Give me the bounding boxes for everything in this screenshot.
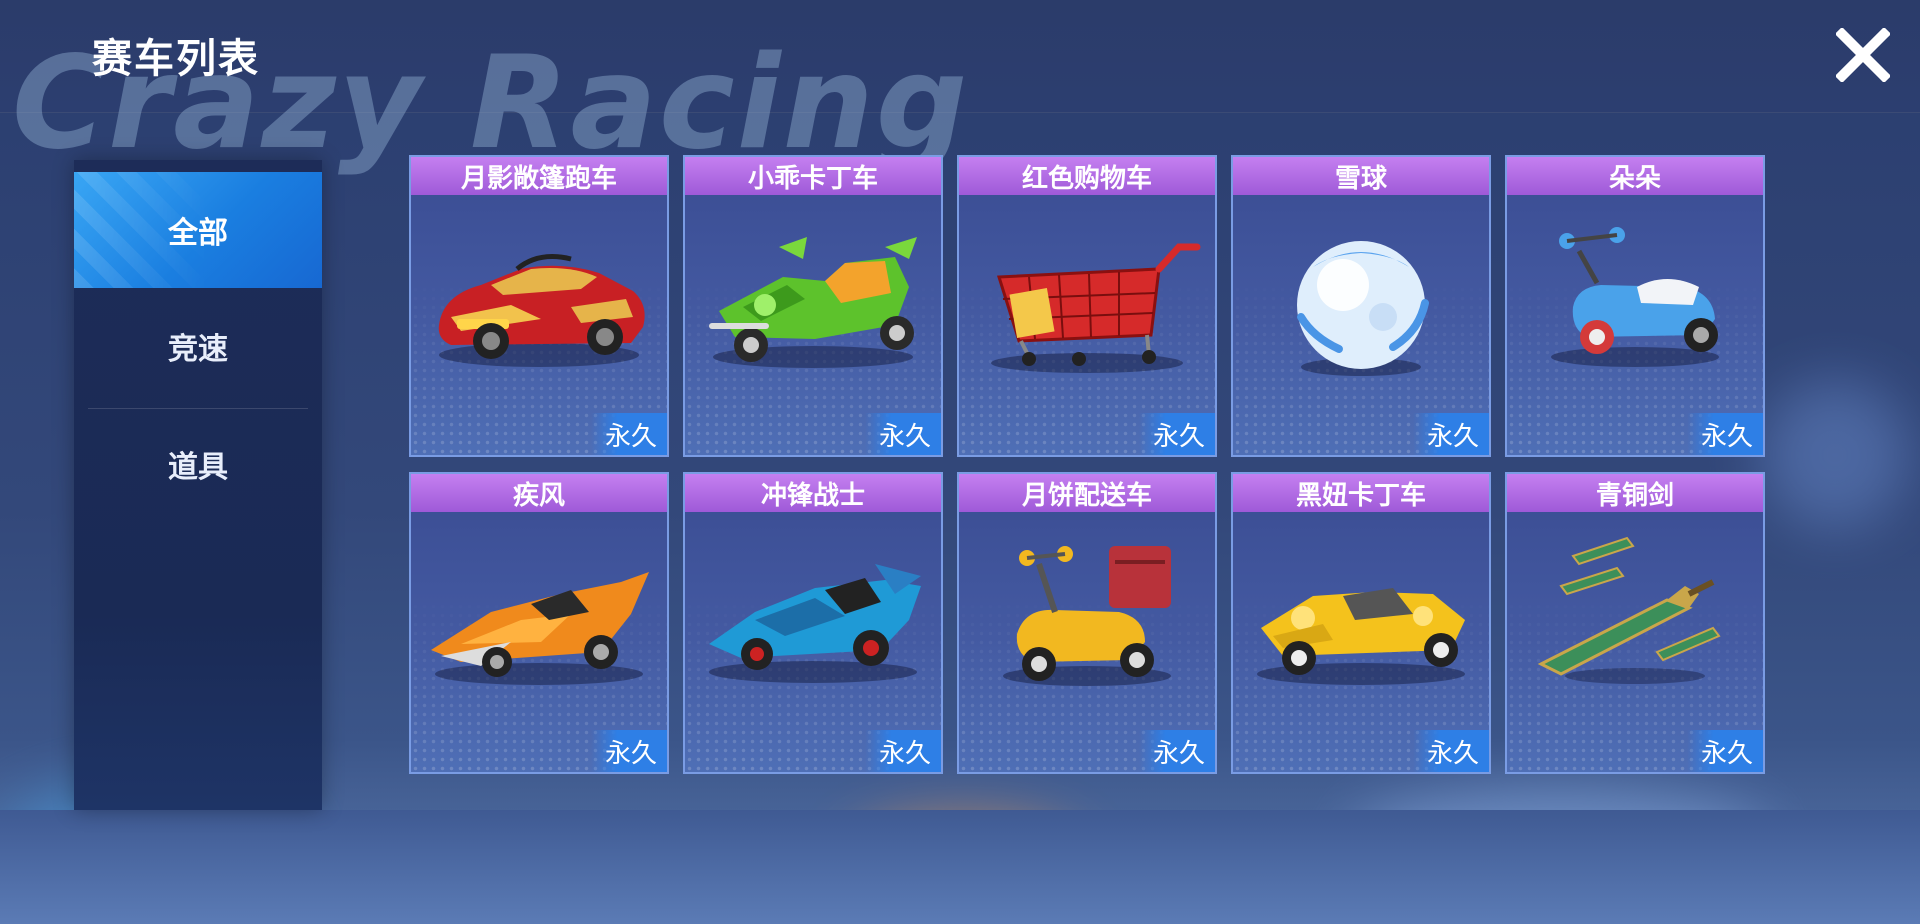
kart-name: 冲锋战士 (685, 474, 941, 512)
kart-name: 红色购物车 (959, 157, 1215, 195)
kart-card[interactable]: 月影敞篷跑车 永久 (409, 155, 669, 457)
red-gold-sports-car-icon (438, 254, 645, 367)
bronze-sword-icon (1537, 536, 1721, 684)
shopping-cart-icon (991, 243, 1201, 373)
tab-all[interactable]: 全部 (74, 172, 322, 288)
kart-card[interactable]: 冲锋战士 永久 (683, 472, 943, 774)
kart-name: 朵朵 (1507, 157, 1763, 195)
kart-name: 雪球 (1233, 157, 1489, 195)
snowball-icon (1297, 241, 1429, 376)
duration-badge: 永久 (1413, 730, 1489, 772)
kart-card[interactable]: 疾风 永久 (409, 472, 669, 774)
page-title: 赛车列表 (92, 36, 260, 82)
kart-card[interactable]: 月饼配送车 永久 (957, 472, 1217, 774)
green-kart-icon (709, 237, 917, 368)
kart-card[interactable]: 红色购物车 永久 (957, 155, 1217, 457)
kart-card[interactable]: 小乖卡丁车 永久 (683, 155, 943, 457)
yellow-delivery-scooter-icon (1003, 546, 1171, 686)
kart-name: 月影敞篷跑车 (411, 157, 667, 195)
kart-card[interactable]: 朵朵 永久 (1505, 155, 1765, 457)
orange-racer-icon (431, 572, 649, 685)
kart-name: 小乖卡丁车 (685, 157, 941, 195)
yellow-kart-icon (1257, 588, 1465, 685)
blue-scooter-icon (1551, 227, 1719, 367)
duration-badge: 永久 (1139, 413, 1215, 455)
duration-badge: 永久 (865, 730, 941, 772)
duration-badge: 永久 (1687, 413, 1763, 455)
kart-card[interactable]: 雪球 永久 (1231, 155, 1491, 457)
tab-speed[interactable]: 竞速 (74, 288, 322, 404)
tab-label: 全部 (168, 216, 228, 251)
kart-card[interactable]: 青铜剑 永久 (1505, 472, 1765, 774)
duration-badge: 永久 (1687, 730, 1763, 772)
blue-racer-icon (709, 564, 921, 683)
tab-items[interactable]: 道具 (74, 406, 322, 522)
kart-name: 青铜剑 (1507, 474, 1763, 512)
tab-label: 道具 (168, 450, 228, 485)
close-icon (1834, 26, 1892, 84)
close-button[interactable] (1834, 26, 1892, 84)
kart-card[interactable]: 黑妞卡丁车 永久 (1231, 472, 1491, 774)
duration-badge: 永久 (1413, 413, 1489, 455)
kart-name: 疾风 (411, 474, 667, 512)
duration-badge: 永久 (865, 413, 941, 455)
duration-badge: 永久 (591, 413, 667, 455)
bottom-strip (0, 810, 1920, 924)
duration-badge: 永久 (1139, 730, 1215, 772)
duration-badge: 永久 (591, 730, 667, 772)
category-sidebar: 全部 竞速 道具 (74, 160, 322, 810)
background-glow (1760, 380, 1910, 530)
tab-label: 竞速 (168, 332, 228, 367)
kart-name: 黑妞卡丁车 (1233, 474, 1489, 512)
kart-name: 月饼配送车 (959, 474, 1215, 512)
